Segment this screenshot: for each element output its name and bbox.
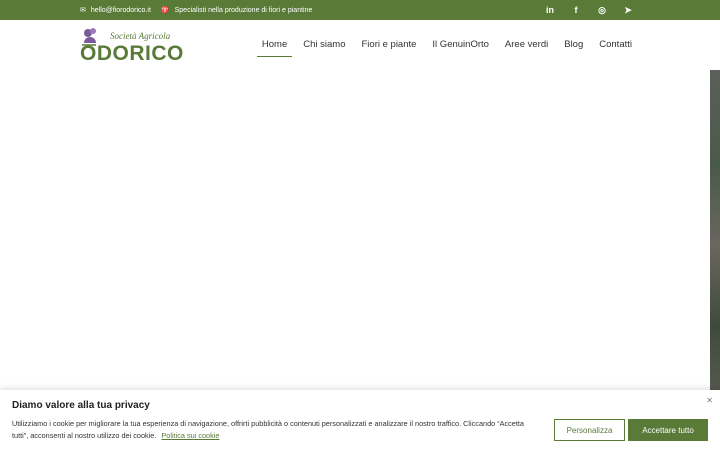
hero-section [0,70,720,390]
facebook-icon[interactable]: f [570,5,582,15]
accept-all-button[interactable]: Accettare tutto [628,419,708,441]
hero-image-edge [710,70,720,390]
envelope-icon: ✉ [80,7,86,14]
email-contact[interactable]: ✉ hello@fiorodorico.it [80,6,151,15]
email-text: hello@fiorodorico.it [90,6,151,14]
nav-aree-verdi[interactable]: Aree verdi [497,20,556,70]
nav-chi-siamo[interactable]: Chi siamo [295,20,353,70]
customize-button[interactable]: Personalizza [554,419,625,441]
flower-icon: ♈ [160,7,170,14]
cookie-title: Diamo valore alla tua privacy [12,400,150,411]
telegram-icon[interactable]: ➤ [622,5,634,16]
nav-genuinorto[interactable]: Il GenuinOrto [424,20,497,70]
nav-home[interactable]: Home [254,20,295,70]
instagram-icon[interactable]: ◎ [596,5,608,16]
top-bar: ✉ hello@fiorodorico.it ♈ Specialisti nel… [0,0,720,20]
linkedin-icon[interactable]: in [544,5,556,15]
cookie-banner: Diamo valore alla tua privacy ✕ Utilizzi… [0,390,720,450]
nav-blog[interactable]: Blog [556,20,591,70]
nav-contatti[interactable]: Contatti [591,20,640,70]
cookie-policy-link[interactable]: Politica sui cookie [161,431,219,440]
cookie-description: Utilizziamo i cookie per migliorare la t… [12,419,524,440]
top-bar-contacts: ✉ hello@fiorodorico.it ♈ Specialisti nel… [80,0,312,20]
site-logo[interactable]: Società Agricola ODORICO [80,27,190,65]
main-nav: Home Chi siamo Fiori e piante Il GenuinO… [254,20,640,70]
social-links: in f ◎ ➤ [544,0,634,20]
site-header: Società Agricola ODORICO Home Chi siamo … [0,20,720,70]
tagline: ♈ Specialisti nella produzione di fiori … [160,6,313,15]
logo-graphic: Società Agricola ODORICO [80,28,184,65]
close-icon[interactable]: ✕ [706,396,713,405]
logo-subtitle: Società Agricola [110,31,171,41]
logo-name: ODORICO [80,42,184,65]
nav-fiori-e-piante[interactable]: Fiori e piante [354,20,425,70]
tagline-text: Specialisti nella produzione di fiori e … [174,6,313,14]
cookie-text: Utilizziamo i cookie per migliorare la t… [12,418,542,442]
